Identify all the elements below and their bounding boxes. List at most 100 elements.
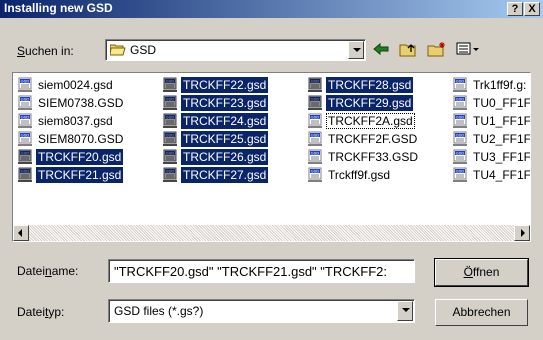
file-name: TRCKFF24.gsd	[181, 113, 269, 129]
filename-label: Dateiname:	[17, 264, 79, 278]
file-item[interactable]: GSD TRCKFF21.gsd	[17, 166, 124, 184]
file-item[interactable]: GSD TU4_FF1F	[452, 166, 530, 184]
scroll-left-button[interactable]	[13, 225, 29, 241]
file-name: siem8037.gsd	[38, 114, 113, 128]
gsd-file-icon: GSD	[162, 113, 178, 129]
svg-text:GSD: GSD	[166, 79, 175, 84]
file-item[interactable]: GSD TRCKFF24.gsd	[162, 112, 269, 130]
file-item[interactable]: GSD TRCKFF26.gsd	[162, 148, 269, 166]
svg-text:GSD: GSD	[21, 115, 30, 120]
svg-text:GSD: GSD	[311, 97, 320, 102]
file-item[interactable]: GSD TRCKFF29.gsd	[307, 94, 414, 112]
look-in-dropdown[interactable]: GSD	[105, 39, 366, 61]
file-name: Trk1ff9f.g:	[473, 78, 527, 92]
close-button[interactable]: X	[524, 2, 540, 16]
gsd-file-icon: GSD	[17, 167, 33, 183]
file-item[interactable]: GSD TU0_FF1F	[452, 94, 531, 112]
svg-text:GSD: GSD	[21, 169, 30, 174]
gsd-file-icon: GSD	[307, 167, 323, 183]
gsd-file-icon: GSD	[452, 77, 468, 93]
file-item[interactable]: GSD TRCKFF27.gsd	[162, 166, 269, 184]
file-item[interactable]: GSD TRCKFF28.gsd	[307, 76, 414, 94]
filetype-value: GSD files (*.gs?)	[114, 304, 204, 318]
help-button[interactable]: ?	[507, 2, 523, 16]
horizontal-scrollbar[interactable]	[13, 225, 530, 241]
gsd-file-icon: GSD	[162, 149, 178, 165]
file-name: TRCKFF2A.gsd	[326, 113, 415, 129]
file-name: TU3_FF1F	[473, 150, 531, 164]
cancel-button[interactable]: Abbrechen	[435, 299, 528, 326]
file-name: TRCKFF29.gsd	[326, 95, 414, 111]
look-in-label-accelerator: S	[17, 44, 26, 58]
back-arrow-icon[interactable]	[371, 40, 391, 58]
folder-icon	[109, 43, 126, 56]
svg-text:GSD: GSD	[456, 133, 465, 138]
svg-text:GSD: GSD	[456, 115, 465, 120]
file-item[interactable]: GSD TRCKFF2F.GSD	[307, 130, 419, 148]
file-item[interactable]: GSD Trckff9f.gsd	[307, 166, 392, 184]
gsd-file-icon: GSD	[162, 131, 178, 147]
scroll-right-button[interactable]	[514, 225, 530, 241]
filetype-dropdown-button[interactable]	[397, 301, 413, 321]
gsd-file-icon: GSD	[307, 77, 323, 93]
file-name: TRCKFF20.gsd	[36, 149, 124, 165]
file-name: TRCKFF25.gsd	[181, 131, 269, 147]
svg-text:GSD: GSD	[311, 151, 320, 156]
filename-label-accelerator: n	[45, 264, 52, 278]
look-in-dropdown-button[interactable]	[348, 41, 364, 59]
file-name: TRCKFF2F.GSD	[328, 132, 418, 146]
file-item[interactable]: GSD Trk1ff9f.g:	[452, 76, 528, 94]
svg-text:GSD: GSD	[456, 151, 465, 156]
file-name: TRCKFF21.gsd	[36, 167, 124, 183]
file-name: SIEM0738.GSD	[38, 96, 124, 110]
svg-text:GSD: GSD	[311, 79, 320, 84]
svg-text:GSD: GSD	[21, 151, 30, 156]
title-bar[interactable]: Installing new GSD ? X	[0, 0, 543, 18]
file-item[interactable]: GSD siem8037.gsd	[17, 112, 115, 130]
svg-text:GSD: GSD	[166, 151, 175, 156]
svg-text:GSD: GSD	[311, 133, 320, 138]
view-menu-icon[interactable]	[456, 40, 480, 58]
file-item[interactable]: GSD siem0024.gsd	[17, 76, 115, 94]
file-name: TU2_FF1F	[473, 132, 531, 146]
file-name: TU1_FF1F	[473, 114, 531, 128]
gsd-file-icon: GSD	[162, 95, 178, 111]
file-name: siem0024.gsd	[38, 78, 113, 92]
file-item[interactable]: GSD TU3_FF1F	[452, 148, 531, 166]
svg-text:GSD: GSD	[166, 133, 175, 138]
gsd-file-icon: GSD	[452, 149, 468, 165]
filename-input[interactable]: "TRCKFF20.gsd" "TRCKFF21.gsd" "TRCKFF2:	[108, 259, 415, 283]
file-name: TRCKFF27.gsd	[181, 167, 269, 183]
filetype-dropdown[interactable]: GSD files (*.gs?)	[108, 299, 415, 323]
file-item[interactable]: GSD SIEM8070.GSD	[17, 130, 125, 148]
file-list[interactable]: GSD siem0024.gsd GSD SIEM0738.GSD GSD siem803…	[12, 72, 531, 242]
new-folder-icon[interactable]	[426, 40, 448, 58]
file-item[interactable]: GSD TRCKFF20.gsd	[17, 148, 124, 166]
file-name: SIEM8070.GSD	[38, 132, 124, 146]
file-name: TRCKFF26.gsd	[181, 149, 269, 165]
gsd-file-icon: GSD	[17, 113, 33, 129]
svg-text:GSD: GSD	[21, 97, 30, 102]
folder-up-icon[interactable]	[398, 40, 418, 58]
svg-text:GSD: GSD	[166, 115, 175, 120]
svg-text:GSD: GSD	[21, 79, 30, 84]
file-item[interactable]: GSD TRCKFF2A.gsd	[307, 112, 415, 130]
svg-text:GSD: GSD	[166, 169, 175, 174]
filetype-label: Dateityp:	[17, 305, 65, 319]
file-item[interactable]: GSD TU1_FF1F	[452, 112, 531, 130]
file-name: TU0_FF1F	[473, 96, 531, 110]
gsd-file-icon: GSD	[307, 149, 323, 165]
file-item[interactable]: GSD TRCKFF25.gsd	[162, 130, 269, 148]
file-item[interactable]: GSD TU2_FF1F	[452, 130, 531, 148]
svg-text:GSD: GSD	[456, 169, 465, 174]
file-item[interactable]: GSD TRCKFF23.gsd	[162, 94, 269, 112]
file-item[interactable]: GSD SIEM0738.GSD	[17, 94, 125, 112]
file-item[interactable]: GSD TRCKFF22.gsd	[162, 76, 269, 94]
file-item[interactable]: GSD TRCKFF33.GSD	[307, 148, 420, 166]
gsd-file-icon: GSD	[307, 95, 323, 111]
open-button[interactable]: Öffnen	[434, 258, 529, 287]
gsd-file-icon: GSD	[452, 113, 468, 129]
gsd-file-icon: GSD	[452, 167, 468, 183]
file-name: Trckff9f.gsd	[328, 168, 391, 182]
svg-text:GSD: GSD	[456, 97, 465, 102]
